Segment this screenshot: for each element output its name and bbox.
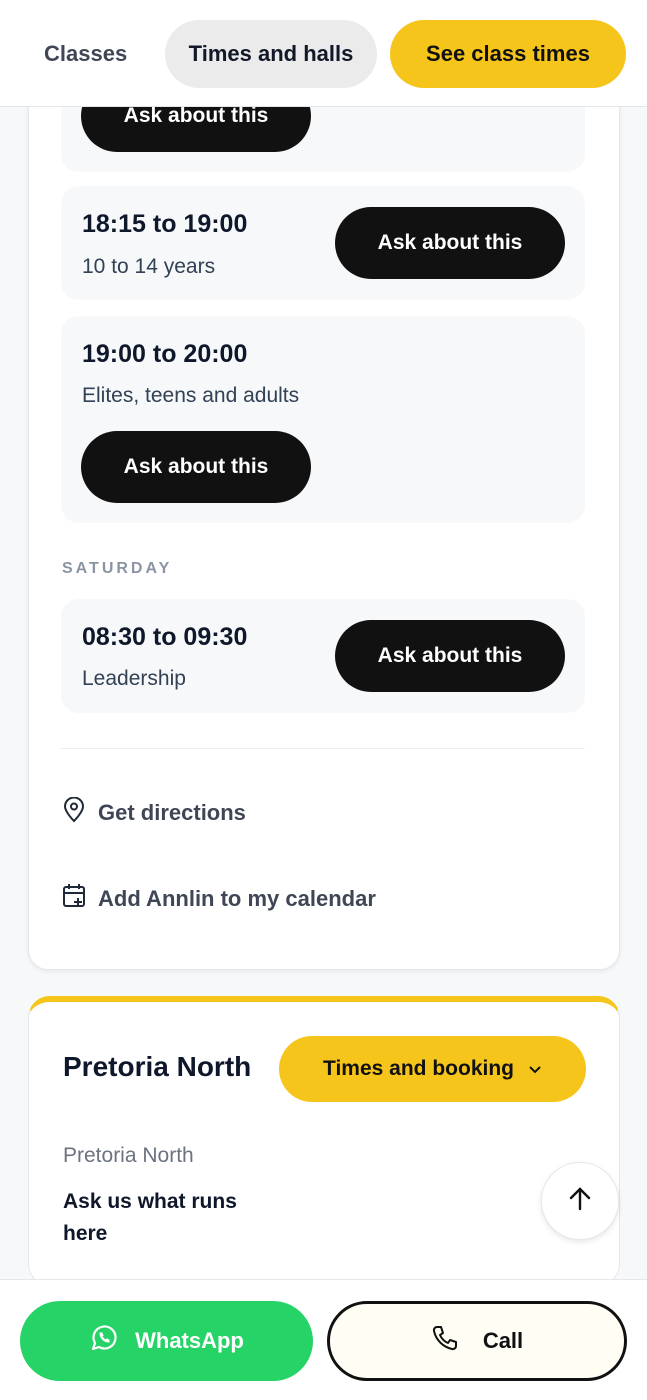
times-and-booking-label: Times and booking [323,1057,514,1080]
get-directions-label: Get directions [98,800,246,825]
whatsapp-button[interactable]: WhatsApp [20,1301,313,1381]
venue-title: Pretoria North [63,1051,252,1082]
nav-times-and-halls-tab[interactable]: Times and halls [165,20,377,88]
slot-time: 18:15 to 19:00 [82,210,248,238]
call-button[interactable]: Call [327,1301,627,1381]
phone-icon [431,1324,483,1358]
scroll-to-top-button[interactable] [541,1162,619,1240]
schedule-slot: 18:15 to 19:00 10 to 14 years Ask about … [61,186,585,300]
bottom-contact-bar: WhatsApp Call [0,1279,647,1400]
add-to-calendar-label: Add Annlin to my calendar [98,886,376,911]
slot-label: Leadership [82,667,186,690]
see-class-times-button[interactable]: See class times [390,20,626,88]
whatsapp-icon [89,1323,135,1359]
get-directions-link[interactable]: Get directions [62,796,246,829]
venue-card-pretoria-north: Pretoria North Pretoria North Ask us wha… [28,996,620,1286]
day-heading: SATURDAY [62,560,173,577]
location-pin-icon [62,796,98,829]
add-to-calendar-link[interactable]: Add Annlin to my calendar [62,884,376,914]
slot-time: 19:00 to 20:00 [82,340,248,368]
ask-about-button[interactable]: Ask about this [81,431,311,503]
slot-time: 08:30 to 09:30 [82,623,248,651]
times-and-booking-button[interactable]: Times and booking [279,1036,586,1102]
slot-label: Elites, teens and adults [82,384,300,407]
ask-about-button[interactable]: Ask about this [335,207,565,279]
call-label: Call [482,1328,524,1353]
schedule-slot: 19:00 to 20:00 Elites, teens and adults … [61,316,585,523]
top-navigation: Classes Times and halls See class times [0,0,647,107]
divider [61,748,585,749]
schedule-slot: 08:30 to 09:30 Leadership Ask about this [61,599,585,713]
nav-classes-link[interactable]: Classes [44,20,127,88]
slot-label: 10 to 14 years [82,255,216,278]
whatsapp-label: WhatsApp [135,1328,244,1353]
venue-ask-text: Ask us what runs here [63,1190,237,1245]
venue-subtitle: Pretoria North [63,1144,194,1167]
chevron-down-icon [514,1057,542,1081]
arrow-up-icon [568,1186,592,1217]
ask-about-button[interactable]: Ask about this [335,620,565,692]
calendar-add-icon [62,883,98,915]
